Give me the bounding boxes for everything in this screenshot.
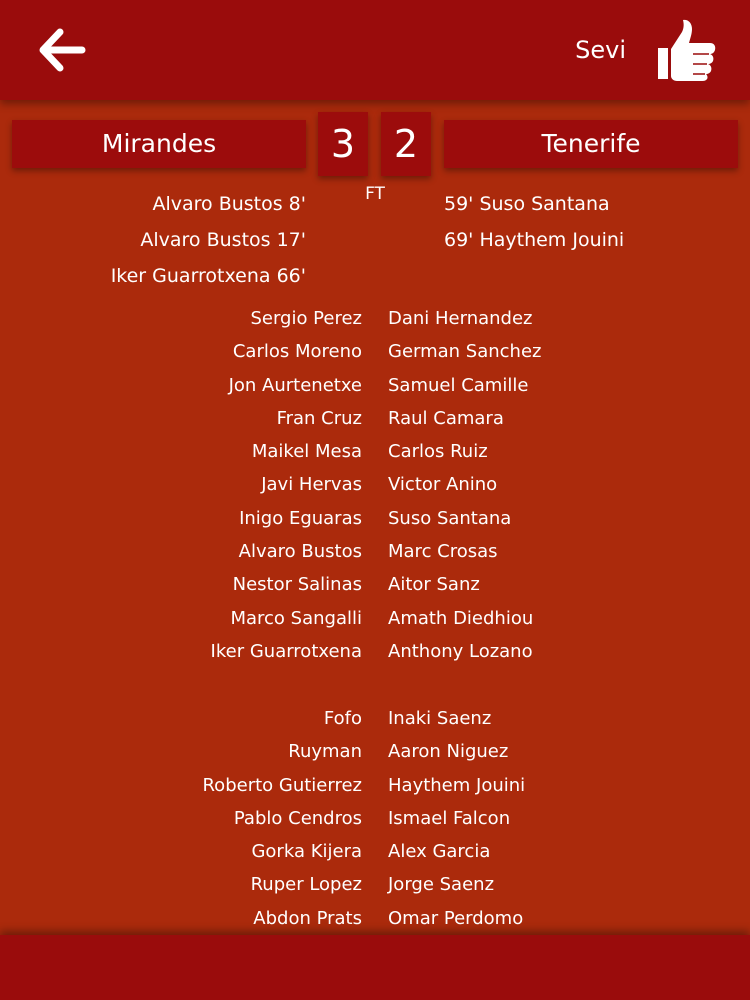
player-name: Alex Garcia	[388, 841, 491, 863]
player-name: Gorka Kijera	[251, 841, 362, 863]
user-name: Sevi	[575, 36, 626, 64]
player-name: Marco Sangalli	[230, 607, 362, 629]
player-name: Aitor Sanz	[388, 574, 480, 596]
player-name: Ruyman	[288, 741, 362, 763]
player-name: Omar Perdomo	[388, 907, 524, 929]
goal-event: Iker Guarrotxena 66'	[110, 265, 306, 287]
player-name: Carlos Moreno	[232, 341, 362, 363]
player-name: Javi Hervas	[261, 474, 362, 496]
player-name: Alvaro Bustos	[238, 541, 362, 563]
away-team-name[interactable]: Tenerife	[444, 120, 738, 168]
player-name: Raul Camara	[388, 407, 504, 429]
goal-event: 59' Suso Santana	[444, 193, 610, 215]
away-substitutes: Inaki Saenz Aaron Niguez Haythem Jouini …	[388, 702, 525, 935]
player-name: Roberto Gutierrez	[202, 774, 362, 796]
player-name: Abdon Prats	[253, 907, 362, 929]
player-name: Inaki Saenz	[388, 708, 492, 729]
player-name: Ismael Falcon	[388, 807, 511, 829]
player-name: Nestor Salinas	[232, 574, 362, 596]
player-name: Amath Diedhiou	[388, 607, 534, 629]
away-score: 2	[381, 112, 431, 176]
like-button[interactable]	[655, 18, 717, 82]
back-button[interactable]	[38, 28, 86, 72]
player-name: Victor Anino	[388, 474, 498, 496]
player-name: Fofo	[323, 708, 362, 729]
player-name: Suso Santana	[388, 507, 512, 529]
player-name: Marc Crosas	[388, 541, 498, 563]
player-name: Maikel Mesa	[251, 441, 362, 463]
player-name: Sergio Perez	[250, 308, 362, 329]
player-name: Pablo Cendros	[233, 807, 362, 829]
player-name: Jon Aurtenetxe	[228, 374, 362, 396]
away-starting-lineup: Dani Hernandez German Sanchez Samuel Cam…	[388, 302, 542, 668]
player-name: Aaron Niguez	[388, 741, 509, 763]
player-name: Anthony Lozano	[388, 640, 533, 662]
home-team-name[interactable]: Mirandes	[12, 120, 306, 168]
thumbs-up-icon	[658, 19, 716, 82]
away-goals: 59' Suso Santana 69' Haythem Jouini	[444, 186, 744, 258]
player-name: Iker Guarrotxena	[210, 640, 362, 662]
player-name: Inigo Eguaras	[239, 507, 362, 529]
player-name: Haythem Jouini	[388, 774, 526, 796]
home-goals: Alvaro Bustos 8' Alvaro Bustos 17' Iker …	[0, 186, 306, 294]
player-name: Jorge Saenz	[388, 874, 495, 896]
goal-event: Alvaro Bustos 17'	[140, 229, 306, 251]
goal-event: Alvaro Bustos 8'	[152, 193, 306, 215]
home-starting-lineup: Sergio Perez Carlos Moreno Jon Aurtenetx…	[211, 302, 362, 668]
home-substitutes: Fofo Ruyman Roberto Gutierrez Pablo Cend…	[202, 702, 362, 935]
player-name: German Sanchez	[388, 341, 542, 363]
goal-event: 69' Haythem Jouini	[444, 229, 625, 251]
player-name: Dani Hernandez	[388, 308, 533, 329]
player-name: Carlos Ruiz	[388, 441, 488, 463]
match-status: FT	[365, 184, 385, 204]
player-name: Ruper Lopez	[250, 874, 362, 896]
arrow-left-icon	[39, 28, 86, 72]
top-bar: Sevi	[0, 0, 750, 100]
player-name: Fran Cruz	[276, 407, 362, 429]
home-score: 3	[318, 112, 368, 176]
player-name: Samuel Camille	[388, 374, 529, 396]
bottom-bar	[0, 935, 750, 1000]
